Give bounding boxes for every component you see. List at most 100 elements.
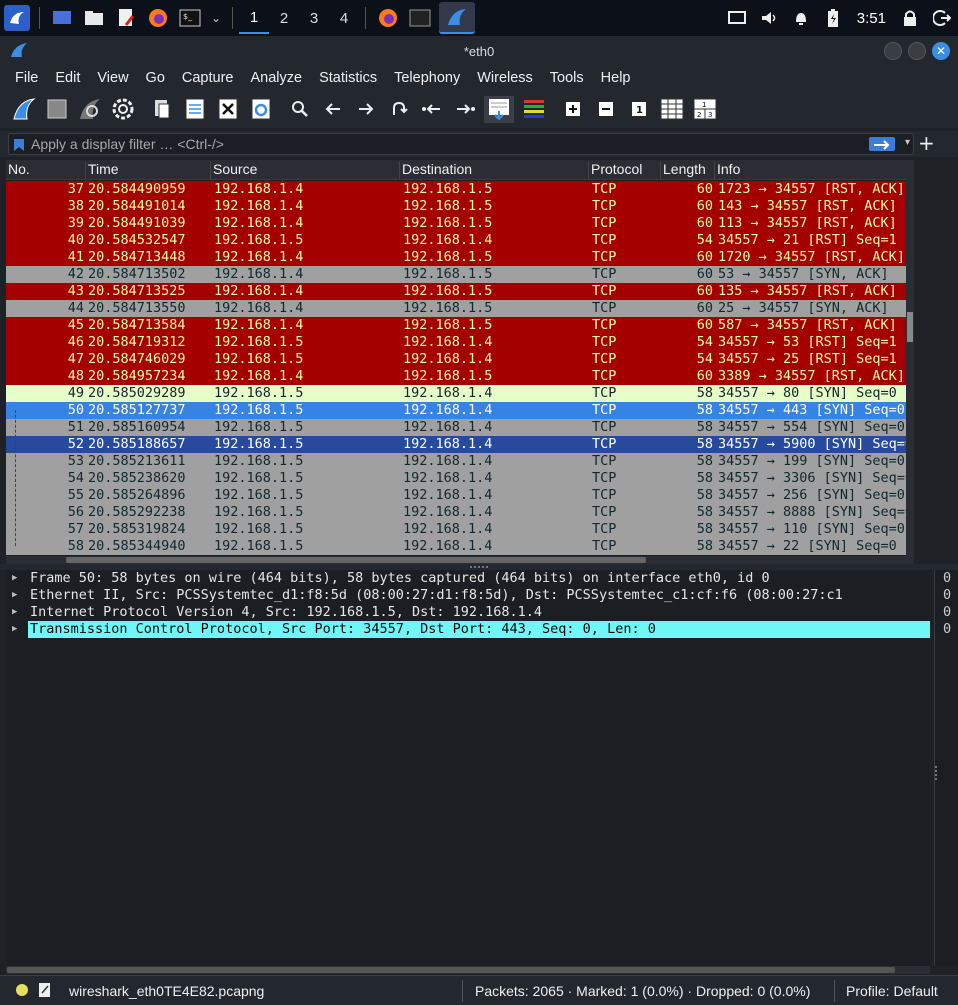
packet-row[interactable]: 40 20.584532547 192.168.1.5 192.168.1.4 TCP 5…	[6, 232, 914, 249]
expand-arrow-icon[interactable]: ▶	[12, 604, 17, 621]
add-filter-button[interactable]: +	[918, 132, 935, 154]
column-time[interactable]: Time	[86, 161, 211, 179]
firefox-window-icon[interactable]	[375, 5, 401, 31]
column-info[interactable]: Info	[715, 161, 914, 179]
zoom-in-icon[interactable]	[559, 96, 586, 123]
reload-file-icon[interactable]	[247, 96, 274, 123]
packet-row[interactable]: 48 20.584957234 192.168.1.4 192.168.1.5 TCP 6…	[6, 368, 914, 385]
close-button[interactable]: ✕	[932, 42, 950, 60]
menu-view[interactable]: View	[88, 70, 136, 86]
clock[interactable]: 3:51	[857, 10, 886, 27]
menu-file[interactable]: File	[6, 70, 46, 86]
workspace-3[interactable]: 3	[299, 2, 329, 34]
menu-go[interactable]: Go	[137, 70, 173, 86]
menu-wireless[interactable]: Wireless	[468, 70, 541, 86]
packet-row[interactable]: 39 20.584491039 192.168.1.4 192.168.1.5 TCP 6…	[6, 215, 914, 232]
resize-columns-icon[interactable]	[658, 96, 685, 123]
go-first-packet-icon[interactable]	[418, 96, 445, 123]
window-titlebar[interactable]: *eth0 ✕	[0, 36, 958, 66]
open-file-icon[interactable]	[148, 96, 175, 123]
kali-menu-icon[interactable]	[4, 5, 30, 31]
find-packet-search-icon[interactable]	[286, 96, 313, 123]
details-horizontal-scrollbar[interactable]	[6, 966, 930, 974]
go-forward-arrow-icon[interactable]	[352, 96, 379, 123]
stop-capture-icon[interactable]	[43, 96, 70, 123]
packet-row[interactable]: 50 20.585127737 192.168.1.5 192.168.1.4 TCP 5…	[6, 402, 914, 419]
menu-capture[interactable]: Capture	[173, 70, 242, 86]
go-last-packet-icon[interactable]	[451, 96, 478, 123]
packet-row[interactable]: 52 20.585188657 192.168.1.5 192.168.1.4 TCP 5…	[6, 436, 914, 453]
packet-row[interactable]: 55 20.585264896 192.168.1.5 192.168.1.4 TCP 5…	[6, 487, 914, 504]
expand-arrow-icon[interactable]: ▶	[12, 587, 17, 604]
detail-row-ip[interactable]: ▶ Internet Protocol Version 4, Src: 192.…	[6, 604, 930, 621]
bookmark-icon[interactable]	[13, 137, 25, 156]
detail-row-ethernet[interactable]: ▶ Ethernet II, Src: PCSSystemtec_d1:f8:5…	[6, 587, 930, 604]
packet-row[interactable]: 44 20.584713550 192.168.1.4 192.168.1.5 TCP 6…	[6, 300, 914, 317]
workspace-1[interactable]: 1	[239, 2, 269, 34]
menu-statistics[interactable]: Statistics	[310, 70, 385, 86]
colorize-icon[interactable]	[520, 96, 547, 123]
packet-row[interactable]: 58 20.585344940 192.168.1.5 192.168.1.4 TCP 5…	[6, 538, 914, 555]
capture-status-indicator-icon[interactable]	[16, 984, 28, 996]
menu-edit[interactable]: Edit	[46, 70, 88, 86]
layout-panes-icon[interactable]: 123	[691, 96, 718, 123]
terminal-window-icon[interactable]	[407, 5, 433, 31]
filter-dropdown-chevron-icon[interactable]: ▾	[905, 137, 910, 148]
battery-icon[interactable]	[820, 5, 846, 31]
packet-row[interactable]: 46 20.584719312 192.168.1.5 192.168.1.4 TCP 5…	[6, 334, 914, 351]
menu-tools[interactable]: Tools	[541, 70, 592, 86]
scrollbar-thumb[interactable]	[7, 967, 895, 973]
column-source[interactable]: Source	[211, 161, 400, 179]
desktop-icon[interactable]	[49, 5, 75, 31]
packet-row[interactable]: 49 20.585029289 192.168.1.5 192.168.1.4 TCP 5…	[6, 385, 914, 402]
packet-row[interactable]: 47 20.584746029 192.168.1.5 192.168.1.4 TCP 5…	[6, 351, 914, 368]
firefox-icon[interactable]	[145, 5, 171, 31]
packet-row[interactable]: 56 20.585292238 192.168.1.5 192.168.1.4 TCP 5…	[6, 504, 914, 521]
packet-row[interactable]: 38 20.584491014 192.168.1.4 192.168.1.5 TCP 6…	[6, 198, 914, 215]
packet-row[interactable]: 41 20.584713448 192.168.1.4 192.168.1.5 TCP 6…	[6, 249, 914, 266]
workspace-2[interactable]: 2	[269, 2, 299, 34]
packet-bytes-pane[interactable]: 0 0 0 0	[934, 570, 958, 966]
packet-row[interactable]: 45 20.584713584 192.168.1.4 192.168.1.5 TCP 6…	[6, 317, 914, 334]
scrollbar-thumb[interactable]	[907, 312, 913, 342]
detail-row-frame[interactable]: ▶ Frame 50: 58 bytes on wire (464 bits),…	[6, 570, 930, 587]
save-file-icon[interactable]	[181, 96, 208, 123]
packet-list[interactable]: No. Time Source Destination Protocol Len…	[6, 160, 914, 556]
menu-help[interactable]: Help	[592, 70, 639, 86]
column-no[interactable]: No.	[6, 161, 86, 179]
packet-row[interactable]: 37 20.584490959 192.168.1.4 192.168.1.5 TCP 6…	[6, 181, 914, 198]
text-editor-icon[interactable]	[113, 5, 139, 31]
status-filename[interactable]: wireshark_eth0TE4E82.pcapng	[69, 983, 264, 999]
close-file-icon[interactable]	[214, 96, 241, 123]
minimize-button[interactable]	[884, 42, 902, 60]
chevron-down-icon[interactable]: ⌄	[209, 5, 223, 31]
packet-row[interactable]: 42 20.584713502 192.168.1.4 192.168.1.5 TCP 6…	[6, 266, 914, 283]
capture-options-gear-icon[interactable]	[109, 96, 136, 123]
scrollbar-thumb[interactable]	[66, 557, 646, 563]
packet-list-horizontal-scrollbar[interactable]	[6, 556, 914, 564]
go-to-packet-icon[interactable]	[385, 96, 412, 123]
packet-row[interactable]: 54 20.585238620 192.168.1.5 192.168.1.4 TCP 5…	[6, 470, 914, 487]
splitter-grip[interactable]	[935, 766, 937, 780]
packet-list-vertical-scrollbar[interactable]	[906, 160, 914, 556]
file-manager-icon[interactable]	[81, 5, 107, 31]
wireshark-window-icon[interactable]	[439, 2, 475, 34]
apply-filter-arrow-icon[interactable]	[869, 137, 895, 151]
column-length[interactable]: Length	[661, 161, 715, 179]
expand-arrow-icon[interactable]: ▶	[12, 621, 17, 638]
lock-icon[interactable]	[897, 5, 923, 31]
menu-telephony[interactable]: Telephony	[385, 70, 468, 86]
start-capture-icon[interactable]	[10, 96, 37, 123]
packet-row[interactable]: 51 20.585160954 192.168.1.5 192.168.1.4 TCP 5…	[6, 419, 914, 436]
menu-analyze[interactable]: Analyze	[241, 70, 310, 86]
capture-comments-icon[interactable]	[38, 982, 52, 1002]
go-back-arrow-icon[interactable]	[319, 96, 346, 123]
auto-scroll-icon[interactable]	[484, 95, 514, 123]
packet-row[interactable]: 57 20.585319824 192.168.1.5 192.168.1.4 TCP 5…	[6, 521, 914, 538]
detail-row-tcp[interactable]: ▶ Transmission Control Protocol, Src Por…	[6, 621, 930, 638]
notification-bell-icon[interactable]	[788, 5, 814, 31]
display-filter-input[interactable]	[31, 134, 851, 154]
restart-capture-icon[interactable]	[76, 96, 103, 123]
column-protocol[interactable]: Protocol	[589, 161, 661, 179]
volume-icon[interactable]	[756, 5, 782, 31]
